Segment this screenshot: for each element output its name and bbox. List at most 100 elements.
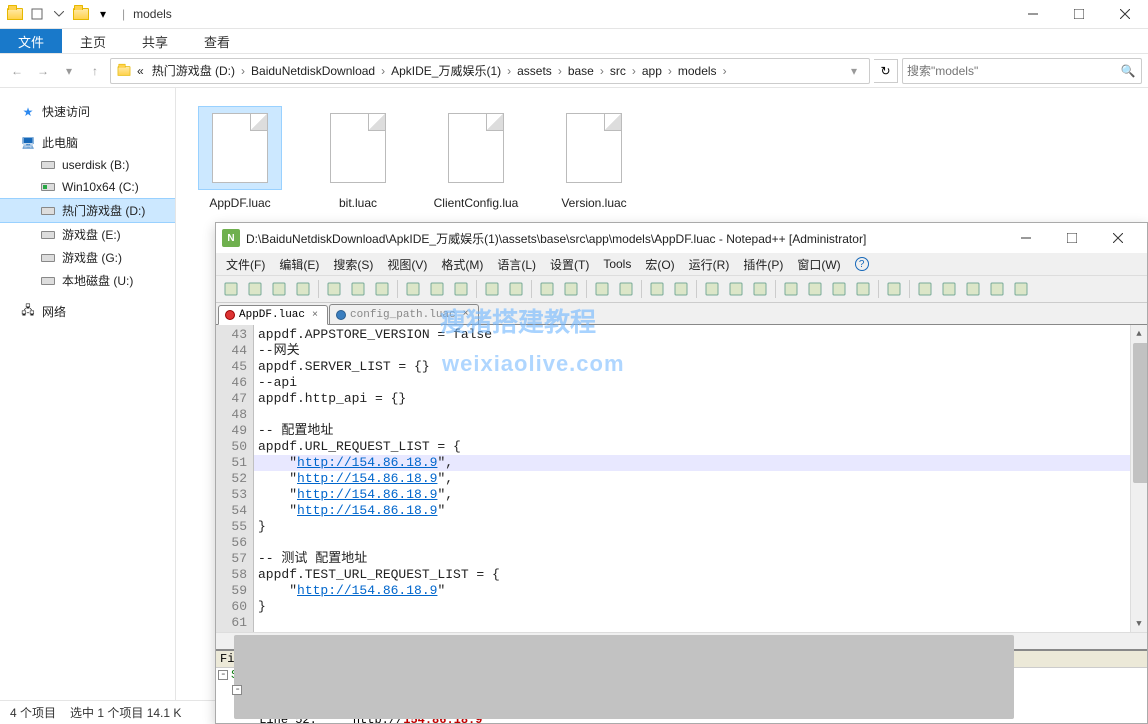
- url-link[interactable]: http://154.86.18.9: [297, 487, 437, 502]
- code-line[interactable]: appdf.URL_REQUEST_LIST = {: [254, 439, 1147, 455]
- sidebar-drive-item[interactable]: 本地磁盘 (U:): [0, 269, 175, 292]
- sidebar-this-pc[interactable]: 🖥此电脑: [0, 131, 175, 154]
- menu-item[interactable]: 窗口(W): [791, 254, 846, 275]
- sync-v-icon[interactable]: [646, 278, 668, 300]
- save-icon[interactable]: [268, 278, 290, 300]
- code-line[interactable]: --网关: [254, 343, 1147, 359]
- code-line[interactable]: [254, 535, 1147, 551]
- qat-dropdown-icon[interactable]: [50, 5, 68, 23]
- monitor-icon[interactable]: [883, 278, 905, 300]
- refresh-button[interactable]: ↻: [874, 59, 898, 83]
- notepadpp-titlebar[interactable]: N D:\BaiduNetdiskDownload\ApkIDE_万威娱乐(1)…: [216, 223, 1147, 253]
- record-macro-icon[interactable]: [914, 278, 936, 300]
- ribbon-tab-share[interactable]: 共享: [124, 29, 186, 53]
- breadcrumb-item[interactable]: models: [674, 64, 721, 78]
- close-button[interactable]: [1102, 0, 1148, 29]
- menu-item[interactable]: 语言(L): [491, 254, 542, 275]
- code-line[interactable]: appdf.SERVER_LIST = {}: [254, 359, 1147, 375]
- explorer-titlebar[interactable]: ▾ | models: [0, 0, 1148, 29]
- show-all-icon[interactable]: [725, 278, 747, 300]
- close-all-icon[interactable]: [371, 278, 393, 300]
- func-list-icon[interactable]: [828, 278, 850, 300]
- scroll-up-icon[interactable]: ▲: [1131, 325, 1147, 342]
- search-box[interactable]: 🔍: [902, 58, 1142, 84]
- code-line[interactable]: -- 配置地址: [254, 423, 1147, 439]
- back-button[interactable]: ←: [6, 60, 28, 82]
- menu-item[interactable]: Tools: [597, 255, 637, 273]
- scroll-down-icon[interactable]: ▼: [1131, 615, 1147, 632]
- chevron-right-icon[interactable]: ›: [598, 64, 606, 78]
- close-button[interactable]: [1095, 223, 1141, 253]
- qat-dropdown-icon[interactable]: ▾: [94, 5, 112, 23]
- scroll-thumb[interactable]: [1133, 343, 1147, 483]
- menu-item[interactable]: 运行(R): [683, 254, 736, 275]
- code-line[interactable]: }: [254, 519, 1147, 535]
- menu-item[interactable]: 文件(F): [220, 254, 271, 275]
- maximize-button[interactable]: [1056, 0, 1102, 29]
- code-line[interactable]: --api: [254, 375, 1147, 391]
- folder-tree-icon[interactable]: [852, 278, 874, 300]
- tree-toggle-icon[interactable]: [232, 685, 242, 695]
- code-line[interactable]: "http://154.86.18.9",: [254, 471, 1147, 487]
- url-link[interactable]: http://154.86.18.9: [297, 455, 437, 470]
- maximize-button[interactable]: [1049, 223, 1095, 253]
- breadcrumb-item[interactable]: app: [638, 64, 666, 78]
- code-line[interactable]: appdf.TEST_URL_REQUEST_LIST = {: [254, 567, 1147, 583]
- sidebar-network[interactable]: 🖧网络: [0, 300, 175, 323]
- print-icon[interactable]: [323, 278, 345, 300]
- code-line[interactable]: -- 测试 配置地址: [254, 551, 1147, 567]
- editor[interactable]: 43444546474849505152535455565758596061 a…: [216, 325, 1147, 632]
- code-line[interactable]: "http://154.86.18.9",: [254, 487, 1147, 503]
- scroll-thumb[interactable]: [234, 635, 1014, 719]
- url-link[interactable]: http://154.86.18.9: [297, 471, 437, 486]
- breadcrumb-item[interactable]: BaiduNetdiskDownload: [247, 64, 379, 78]
- paste-icon[interactable]: [450, 278, 472, 300]
- ribbon-tab-view[interactable]: 查看: [186, 29, 248, 53]
- breadcrumb-item[interactable]: src: [606, 64, 630, 78]
- save-all-icon[interactable]: [292, 278, 314, 300]
- code-line[interactable]: "http://154.86.18.9": [254, 583, 1147, 599]
- address-bar[interactable]: « 热门游戏盘 (D:)›BaiduNetdiskDownload›ApkIDE…: [110, 58, 870, 84]
- recent-dropdown-icon[interactable]: ▾: [58, 60, 80, 82]
- minimize-button[interactable]: [1003, 223, 1049, 253]
- stop-macro-icon[interactable]: [938, 278, 960, 300]
- menu-item[interactable]: 插件(P): [737, 254, 789, 275]
- sidebar-drive-item[interactable]: 热门游戏盘 (D:): [0, 198, 175, 223]
- menu-item[interactable]: 编辑(E): [273, 254, 325, 275]
- cut-icon[interactable]: [402, 278, 424, 300]
- copy-icon[interactable]: [426, 278, 448, 300]
- zoom-in-icon[interactable]: [591, 278, 613, 300]
- redo-icon[interactable]: [505, 278, 527, 300]
- forward-button[interactable]: →: [32, 60, 54, 82]
- qat-button[interactable]: [28, 5, 46, 23]
- wordwrap-icon[interactable]: [701, 278, 723, 300]
- chevron-right-icon[interactable]: ›: [505, 64, 513, 78]
- menu-item[interactable]: 格式(M): [435, 254, 489, 275]
- document-tab[interactable]: config_path.luac×: [329, 304, 479, 324]
- doc-map-icon[interactable]: [804, 278, 826, 300]
- close-icon[interactable]: [347, 278, 369, 300]
- code-line[interactable]: appdf.http_api = {}: [254, 391, 1147, 407]
- code-area[interactable]: appdf.APPSTORE_VERSION = false--网关appdf.…: [254, 325, 1147, 632]
- tab-close-icon[interactable]: ×: [460, 309, 472, 321]
- up-button[interactable]: ↑: [84, 60, 106, 82]
- url-link[interactable]: http://154.86.18.9: [297, 503, 437, 518]
- breadcrumb-item[interactable]: ApkIDE_万威娱乐(1): [387, 64, 505, 78]
- menu-item[interactable]: 搜索(S): [327, 254, 379, 275]
- code-line[interactable]: }: [254, 599, 1147, 615]
- tab-close-icon[interactable]: ×: [309, 309, 321, 321]
- menu-item[interactable]: 视图(V): [381, 254, 433, 275]
- ribbon-tab-home[interactable]: 主页: [62, 29, 124, 53]
- sync-h-icon[interactable]: [670, 278, 692, 300]
- code-line[interactable]: [254, 407, 1147, 423]
- breadcrumb-overflow[interactable]: «: [133, 64, 148, 78]
- new-file-icon[interactable]: [220, 278, 242, 300]
- code-line[interactable]: "http://154.86.18.9": [254, 503, 1147, 519]
- save-macro-icon[interactable]: [1010, 278, 1032, 300]
- sidebar-quick-access[interactable]: ★快速访问: [0, 100, 175, 123]
- sidebar-drive-item[interactable]: 游戏盘 (G:): [0, 246, 175, 269]
- url-link[interactable]: http://154.86.18.9: [297, 583, 437, 598]
- tree-toggle-icon[interactable]: [218, 670, 228, 680]
- indent-guide-icon[interactable]: [749, 278, 771, 300]
- file-item[interactable]: Version.luac: [544, 106, 644, 210]
